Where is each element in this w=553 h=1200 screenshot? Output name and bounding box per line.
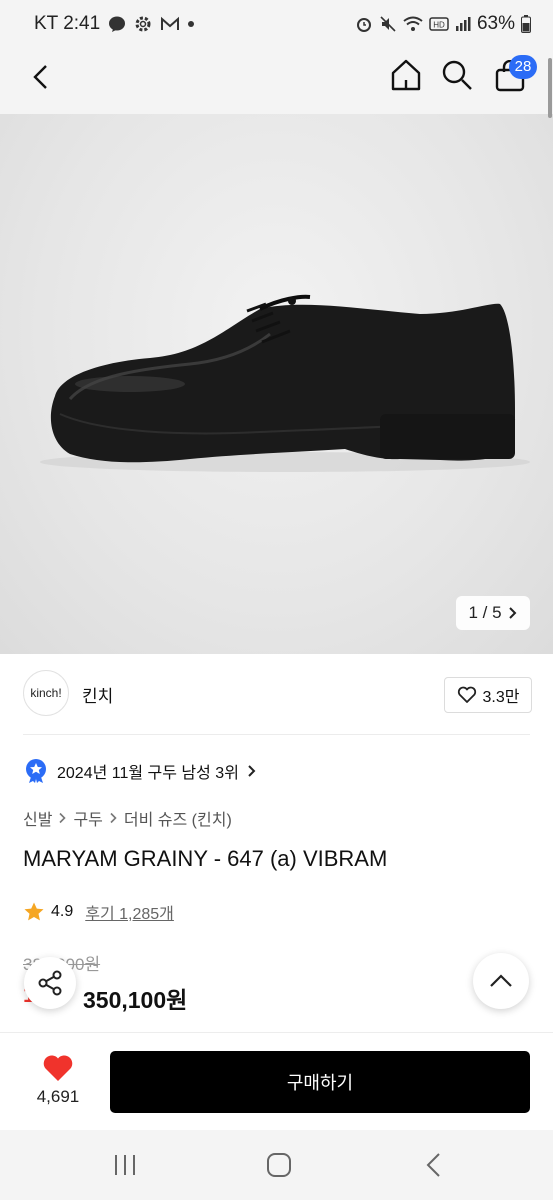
share-button[interactable] [24,957,76,1009]
cart-count-badge: 28 [509,55,537,79]
reviews-link[interactable]: 후기 1,285개 [85,900,174,924]
brand-logo-text: kinch! [30,686,62,700]
chevron-right-icon [59,812,67,824]
wifi-icon [403,16,423,31]
chevron-right-icon [508,607,516,619]
heart-filled-icon[interactable] [42,1053,74,1083]
brand-like-count: 3.3만 [482,689,520,706]
home-icon[interactable] [389,58,423,92]
hd-icon: HD [429,17,449,31]
battery-level: 63% [476,13,515,34]
share-icon [38,970,62,996]
mail-icon [161,16,180,30]
back-nav-icon[interactable] [424,1152,444,1178]
breadcrumb-item[interactable]: 신발 [23,806,52,830]
scroll-top-button[interactable] [473,953,529,1009]
brand-name[interactable]: 킨치 [82,682,113,707]
search-icon[interactable] [441,59,473,91]
signal-icon [455,17,471,31]
ranking-text: 2024년 11월 구두 남성 3위 [57,765,239,782]
notification-dot [188,21,195,27]
brand-logo[interactable]: kinch! [23,670,69,716]
star-icon [24,902,44,921]
status-left: KT 2:41 [34,13,195,35]
shoe-image [40,294,530,472]
carrier-time: KT 2:41 [34,13,101,34]
heart-count: 4,691 [36,1087,80,1106]
breadcrumb-item[interactable]: 더비 슈즈 (킨치) [124,806,232,830]
talk-icon [109,16,126,32]
recents-icon[interactable] [112,1154,138,1176]
brand-like-button[interactable]: 3.3만 [444,677,532,713]
mute-icon [380,16,396,32]
product-title: MARYAM GRAINY - 647 (a) VIBRAM [23,846,388,871]
svg-text:HD: HD [433,21,445,30]
chevron-up-icon [490,974,512,987]
divider [23,734,530,735]
scrollbar[interactable] [548,58,552,118]
breadcrumb-item[interactable]: 구두 [73,806,102,830]
chevron-right-icon [110,812,117,824]
status-right: HD 63% [355,13,531,35]
rating-value: 4.9 [51,903,74,920]
settings-icon [135,16,151,32]
rank-badge-icon [26,759,46,783]
alarm-icon [356,18,371,32]
breadcrumb: 신발 구두 더비 슈즈 (킨치) [23,806,232,830]
sale-price: 350,100원 [83,987,188,1013]
image-counter[interactable]: 1 / 5 [456,596,530,630]
product-image[interactable] [0,114,553,654]
status-bar: KT 2:41 HD 63% [0,0,553,48]
system-nav-bar [0,1130,553,1200]
image-counter-text: 1 / 5 [468,603,502,622]
buy-button[interactable]: 구매하기 [110,1051,530,1113]
chevron-right-icon [248,765,256,777]
home-nav-icon[interactable] [266,1152,292,1178]
heart-outline-icon [457,686,476,703]
app-header [0,48,553,114]
battery-icon [521,15,531,33]
ranking-link[interactable]: 2024년 11월 구두 남성 3위 [23,758,257,784]
back-icon[interactable] [30,64,52,90]
rating-row: 4.9 후기 1,285개 [23,900,174,924]
